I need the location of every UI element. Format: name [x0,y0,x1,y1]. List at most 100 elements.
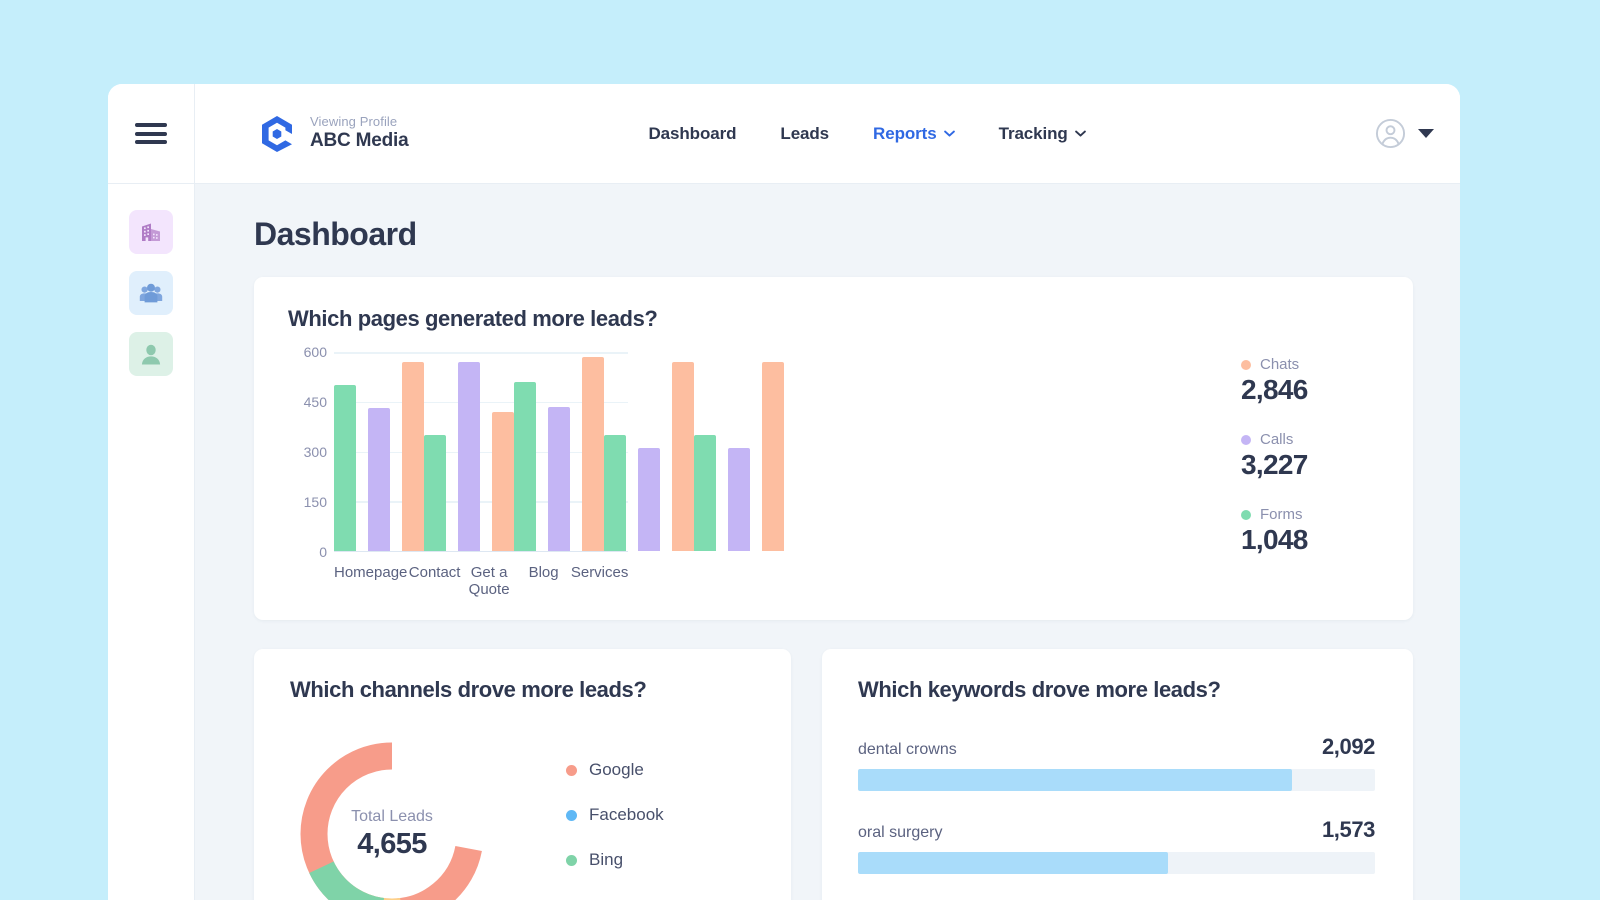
y-tick: 450 [304,394,327,410]
legend-dot-chats [1241,360,1251,370]
bar-group [514,352,604,551]
bar-chats[interactable] [402,362,424,551]
stat-chats: Chats 2,846 [1241,356,1379,406]
account-menu-button[interactable] [1375,118,1434,149]
legend-dot-forms [1241,510,1251,520]
donut-legend-item-bing[interactable]: Bing [566,850,664,870]
keyword-value: 2,092 [1322,734,1375,760]
bar-calls[interactable] [368,408,390,551]
bar-chats[interactable] [762,362,784,551]
pages-chart-legend: Chats 2,846 Calls 3,227 [1211,352,1379,556]
bottom-card-row: Which channels drove more leads? Total L… [254,649,1413,900]
user-circle-icon [1375,118,1406,149]
app-window: Viewing Profile ABC Media Dashboard Lead… [108,84,1460,900]
nav-label: Tracking [999,124,1068,144]
chevron-down-icon [944,130,955,137]
x-axis-label: Homepage [334,564,407,598]
bar-calls[interactable] [548,407,570,551]
building-icon [138,219,164,245]
bar-forms[interactable] [694,435,716,551]
bar-forms[interactable] [424,435,446,551]
bar-group [604,352,694,551]
legend-value-forms: 1,048 [1241,524,1379,556]
pages-chart-plot-area: 600 450 300 150 0 [288,352,1211,598]
donut-legend: Google Facebook Bing [494,732,664,895]
nav-label: Dashboard [649,124,737,144]
legend-label-chats: Chats [1260,356,1299,373]
profile-name: ABC Media [310,130,409,152]
bar-calls[interactable] [638,448,660,551]
bar-chats[interactable] [672,362,694,551]
pages-chart-title: Which pages generated more leads? [288,306,1379,332]
y-tick: 300 [304,444,327,460]
donut-center-value: 4,655 [290,828,494,861]
bar-groups [334,352,628,551]
donut-label-google: Google [589,760,644,780]
donut-chart: Total Leads 4,655 [290,732,494,900]
keyword-bar-fill[interactable] [858,769,1292,791]
donut-dot-facebook [566,810,577,821]
keyword-name: oral surgery [858,824,942,842]
keyword-bar-track [858,769,1375,791]
keyword-bar-fill[interactable] [858,852,1168,874]
y-tick: 600 [304,344,327,360]
nav-item-tracking[interactable]: Tracking [999,124,1086,144]
keyword-list: dental crowns2,092 oral surgery 1,573 [858,734,1375,874]
channels-chart-title: Which channels drove more leads? [290,677,757,703]
bar-chats[interactable] [582,357,604,551]
sidebar-item-contacts[interactable] [129,332,173,376]
keyword-bar-track [858,852,1375,874]
x-axis-label: Get a Quote [462,564,516,598]
donut-center-text: Total Leads 4,655 [290,808,494,861]
nav-label: Leads [780,124,829,144]
bar-calls[interactable] [458,362,480,551]
legend-value-chats: 2,846 [1241,374,1379,406]
bar-group [334,352,424,551]
caret-down-icon [1418,129,1434,138]
bar-forms[interactable] [334,385,356,551]
legend-value-calls: 3,227 [1241,449,1379,481]
donut-label-facebook: Facebook [589,805,664,825]
donut-dot-bing [566,855,577,866]
page-title: Dashboard [254,216,1413,253]
bar-group [694,352,784,551]
bar-chats[interactable] [492,412,514,551]
x-axis-label: Services [571,564,629,598]
chevron-down-icon [1075,130,1086,137]
keywords-chart-card: Which keywords drove more leads? dental … [822,649,1413,900]
keyword-item: dental crowns2,092 [858,734,1375,791]
nav-item-dashboard[interactable]: Dashboard [649,124,737,144]
channels-chart-card: Which channels drove more leads? Total L… [254,649,791,900]
donut-legend-item-google[interactable]: Google [566,760,664,780]
nav-label: Reports [873,124,937,144]
pages-chart-card: Which pages generated more leads? 600 45… [254,277,1413,620]
nav-item-reports[interactable]: Reports [873,124,955,144]
bar-calls[interactable] [728,448,750,551]
main-navigation: Dashboard Leads Reports Tracking [649,124,1086,144]
bar-forms[interactable] [604,435,626,551]
x-axis-label: Blog [516,564,570,598]
keywords-chart-title: Which keywords drove more leads? [858,677,1375,703]
x-axis-label: Contact [407,564,461,598]
people-group-icon [138,280,164,306]
donut-legend-item-facebook[interactable]: Facebook [566,805,664,825]
menu-toggle-button[interactable] [108,84,195,183]
bar-plot [334,352,628,552]
keyword-value: 1,573 [1322,817,1375,843]
top-bar-content: Viewing Profile ABC Media Dashboard Lead… [195,84,1460,183]
bar-forms[interactable] [514,382,536,551]
donut-label-bing: Bing [589,850,623,870]
sidebar-item-teams[interactable] [129,271,173,315]
donut-dot-google [566,765,577,776]
legend-label-calls: Calls [1260,431,1293,448]
hamburger-icon [135,123,167,144]
x-axis-labels: HomepageContactGet a QuoteBlogServices [334,564,628,598]
viewing-profile-label: Viewing Profile [310,115,409,130]
brand-hexagon-logo [257,114,297,154]
brand-profile[interactable]: Viewing Profile ABC Media [257,114,409,154]
legend-dot-calls [1241,435,1251,445]
y-tick: 0 [319,544,327,560]
main-content: Dashboard Which pages generated more lea… [195,184,1460,900]
nav-item-leads[interactable]: Leads [780,124,829,144]
sidebar-item-companies[interactable] [129,210,173,254]
